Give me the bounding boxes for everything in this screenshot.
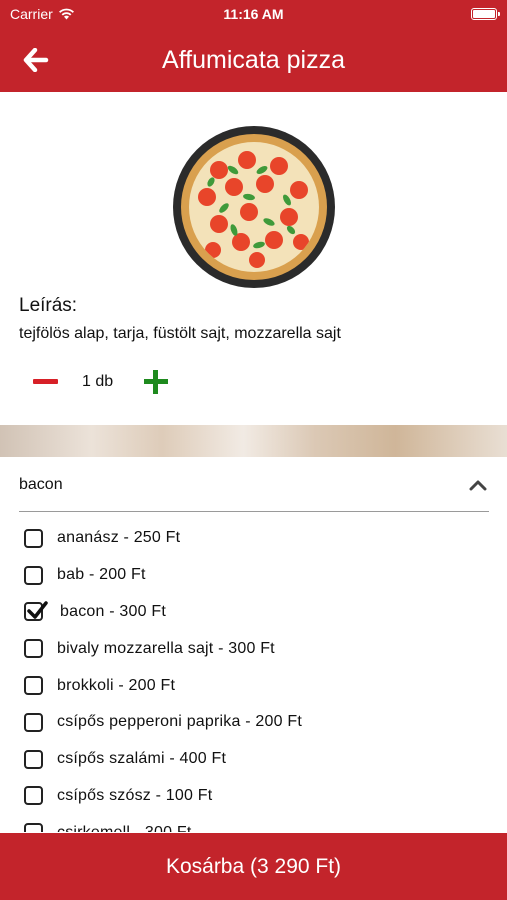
- topping-option[interactable]: bacon - 300 Ft: [24, 594, 484, 631]
- topping-dropdown-value: bacon: [19, 476, 63, 493]
- status-time: 11:16 AM: [223, 6, 284, 22]
- topping-option-label: csípős szalámi - 400 Ft: [57, 750, 227, 768]
- checkbox-checked[interactable]: [24, 601, 48, 622]
- checkbox[interactable]: [24, 528, 43, 548]
- increase-quantity-button[interactable]: [142, 368, 170, 396]
- checkbox[interactable]: [24, 749, 43, 769]
- topping-option-label: csípős szósz - 100 Ft: [57, 786, 213, 804]
- topping-option[interactable]: bivaly mozzarella sajt - 300 Ft: [24, 630, 484, 667]
- topping-option[interactable]: ananász - 250 Ft: [24, 520, 484, 557]
- checkbox[interactable]: [24, 676, 43, 696]
- minus-icon: [33, 379, 58, 384]
- background-image-strip: [0, 425, 507, 457]
- status-bar: Carrier 11:16 AM: [0, 0, 507, 28]
- chevron-up-icon: [469, 480, 487, 491]
- topping-options-list: ananász - 250 Ft bab - 200 Ft bacon - 30…: [24, 520, 484, 832]
- topping-option[interactable]: brokkoli - 200 Ft: [24, 667, 484, 704]
- add-to-cart-button[interactable]: Kosárba (3 290 Ft): [0, 833, 507, 900]
- description-text: tejfölös alap, tarja, füstölt sajt, mozz…: [19, 325, 341, 342]
- topping-option-label: brokkoli - 200 Ft: [57, 676, 176, 694]
- topping-dropdown[interactable]: bacon: [19, 462, 489, 512]
- topping-option[interactable]: csípős szósz - 100 Ft: [24, 778, 484, 815]
- pizza-toppings-graphic: [198, 151, 309, 268]
- topping-option[interactable]: csirkemell - 300 Ft: [24, 814, 484, 832]
- checkbox[interactable]: [24, 712, 43, 732]
- topping-option[interactable]: csípős szalámi - 400 Ft: [24, 741, 484, 778]
- topping-option[interactable]: csípős pepperoni paprika - 200 Ft: [24, 704, 484, 741]
- topping-option-label: bab - 200 Ft: [57, 566, 146, 584]
- checkbox[interactable]: [24, 786, 43, 806]
- topping-option-label: csípős pepperoni paprika - 200 Ft: [57, 713, 302, 731]
- page-title: Affumicata pizza: [162, 46, 345, 74]
- topping-option[interactable]: bab - 200 Ft: [24, 557, 484, 594]
- quantity-value: 1 db: [82, 373, 114, 390]
- topping-option-label: ananász - 250 Ft: [57, 529, 181, 547]
- decrease-quantity-button[interactable]: [30, 366, 62, 398]
- topping-option-label: csirkemell - 300 Ft: [57, 824, 192, 832]
- description-title: Leírás:: [19, 295, 78, 316]
- pizza-topping: [189, 142, 319, 272]
- battery-icon: [471, 8, 500, 20]
- pizza-image: [173, 126, 335, 288]
- checkbox[interactable]: [24, 823, 43, 832]
- quantity-stepper: 1 db: [30, 366, 190, 398]
- checkbox[interactable]: [24, 565, 43, 585]
- checkmark-icon: [27, 601, 48, 620]
- nav-bar: Affumicata pizza: [0, 28, 507, 92]
- checkbox[interactable]: [24, 639, 43, 659]
- topping-option-label: bivaly mozzarella sajt - 300 Ft: [57, 639, 275, 657]
- topping-option-label: bacon - 300 Ft: [60, 602, 166, 620]
